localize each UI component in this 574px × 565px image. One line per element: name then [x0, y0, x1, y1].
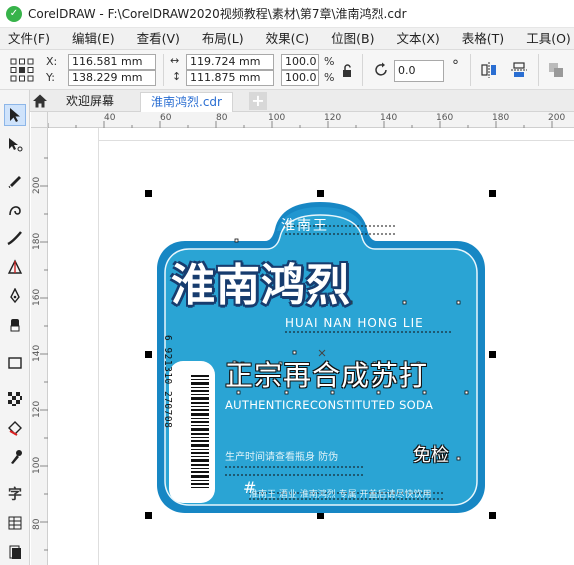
eyedropper-tool-icon[interactable]	[4, 446, 26, 468]
ruler-origin[interactable]	[31, 112, 48, 128]
scale-x-input[interactable]: 100.0	[281, 54, 319, 70]
rectangle-tool-icon[interactable]	[4, 352, 26, 374]
width-input[interactable]: 119.724 mm	[186, 54, 274, 70]
scale-x-unit: %	[324, 55, 335, 68]
coreldraw-logo-icon: ✓	[6, 5, 22, 22]
selection-handle[interactable]	[317, 190, 324, 197]
menu-text[interactable]: 文本(X)	[388, 28, 447, 50]
property-bar: X: Y: 116.581 mm 138.229 mm ↔ ↕ 119.724 …	[0, 50, 574, 90]
brand-subtitle: 淮南王	[281, 218, 329, 234]
menu-file[interactable]: 文件(F)	[0, 28, 58, 50]
selection-handle[interactable]	[145, 512, 152, 519]
separator	[163, 54, 164, 86]
mirror-horizontal-icon[interactable]	[480, 61, 498, 79]
selection-handle[interactable]	[489, 512, 496, 519]
scale-y-input[interactable]: 100.0	[281, 70, 319, 86]
combine-icon[interactable]	[547, 61, 565, 79]
menu-view[interactable]: 查看(V)	[129, 28, 188, 50]
page-border	[98, 140, 574, 141]
tab-welcome[interactable]: 欢迎屏幕	[56, 92, 124, 112]
crop-tool-icon[interactable]	[4, 256, 26, 278]
x-position-input[interactable]: 116.581 mm	[68, 54, 156, 70]
menu-bitmaps[interactable]: 位图(B)	[323, 28, 382, 50]
slogan-english: AUTHENTICRECONSTITUTED SODA	[225, 398, 434, 412]
slogan-chinese: 正宗再合成苏打	[225, 359, 429, 392]
width-icon: ↔	[170, 54, 180, 67]
fine-print-line: 淮南王 酒业 淮南鸿烈 专属 开盖后请尽快饮用	[249, 490, 432, 500]
y-label: Y:	[46, 71, 55, 84]
brand-pinyin: HUAI NAN HONG LIE	[285, 316, 424, 330]
tab-document[interactable]: 淮南鸿烈.cdr	[140, 92, 233, 112]
separator	[362, 54, 363, 86]
fine-print-line: 生产时间请查看瓶身 防伪	[225, 452, 339, 463]
pen-tool-icon[interactable]	[4, 285, 26, 307]
scale-y-unit: %	[324, 71, 335, 84]
y-position-input[interactable]: 138.229 mm	[68, 70, 156, 86]
window-title: CorelDRAW - F:\CorelDRAW2020视频教程\素材\第7章\…	[28, 7, 407, 21]
artistic-media-icon[interactable]	[4, 227, 26, 249]
lock-ratio-icon[interactable]	[342, 64, 354, 78]
pick-tool-icon[interactable]	[4, 104, 26, 126]
menu-effects[interactable]: 效果(C)	[258, 28, 317, 50]
menu-tools[interactable]: 工具(O)	[518, 28, 574, 50]
menu-bar: 文件(F) 编辑(E) 查看(V) 布局(L) 效果(C) 位图(B) 文本(X…	[0, 28, 574, 50]
toolbox: 字	[0, 90, 30, 565]
height-input[interactable]: 111.875 mm	[186, 70, 274, 86]
freehand-tool-icon[interactable]	[4, 169, 26, 191]
separator	[538, 54, 539, 86]
brand-title: 淮南鸿烈	[171, 260, 351, 311]
selection-handle[interactable]	[145, 351, 152, 358]
x-label: X:	[46, 55, 58, 68]
eraser-tool-icon[interactable]	[4, 314, 26, 336]
page-tool-icon[interactable]	[4, 541, 26, 563]
menu-edit[interactable]: 编辑(E)	[64, 28, 123, 50]
menu-table[interactable]: 表格(T)	[454, 28, 512, 50]
shape-tool-icon[interactable]	[4, 133, 26, 155]
rotation-input[interactable]: 0.0	[394, 60, 444, 82]
ruler-ticks	[48, 121, 553, 128]
new-tab-button[interactable]: +	[249, 92, 267, 110]
degree-symbol: °	[452, 58, 459, 74]
separator	[470, 54, 471, 86]
menu-layout[interactable]: 布局(L)	[194, 28, 252, 50]
curve-tool-icon[interactable]	[4, 198, 26, 220]
reference-point-icon[interactable]	[10, 58, 34, 82]
label-artwork[interactable]: 淮南王 淮南鸿烈 HUAI NAN HONG LIE 正宗再合成苏打 AUTHE…	[155, 201, 487, 515]
page-border	[98, 128, 99, 565]
inspection-free-badge: 免检	[413, 445, 449, 466]
document-tab-bar: 欢迎屏幕 淮南鸿烈.cdr +	[0, 90, 574, 112]
title-bar: ✓ CorelDRAW - F:\CorelDRAW2020视频教程\素材\第7…	[0, 0, 574, 28]
selection-handle[interactable]	[489, 351, 496, 358]
home-icon[interactable]	[32, 93, 48, 109]
height-icon: ↕	[172, 70, 182, 83]
mirror-vertical-icon[interactable]	[510, 61, 528, 79]
text-tool-icon[interactable]: 字	[4, 483, 26, 505]
fill-tool-icon[interactable]	[4, 417, 26, 439]
barcode-number: 6 921310 270708	[162, 335, 173, 429]
table-tool-icon[interactable]	[4, 512, 26, 534]
drawing-canvas[interactable]: 淮南王 淮南鸿烈 HUAI NAN HONG LIE 正宗再合成苏打 AUTHE…	[48, 128, 574, 565]
pattern-tool-icon[interactable]	[4, 388, 26, 410]
rotate-icon	[375, 62, 387, 76]
ruler-ticks	[40, 157, 48, 551]
horizontal-ruler[interactable]: 40 60 80 100 120 140 160 180 200	[48, 112, 574, 128]
selection-handle[interactable]	[145, 190, 152, 197]
vertical-ruler[interactable]: 200 180 160 140 120 100 80	[31, 128, 48, 565]
selection-handle[interactable]	[489, 190, 496, 197]
